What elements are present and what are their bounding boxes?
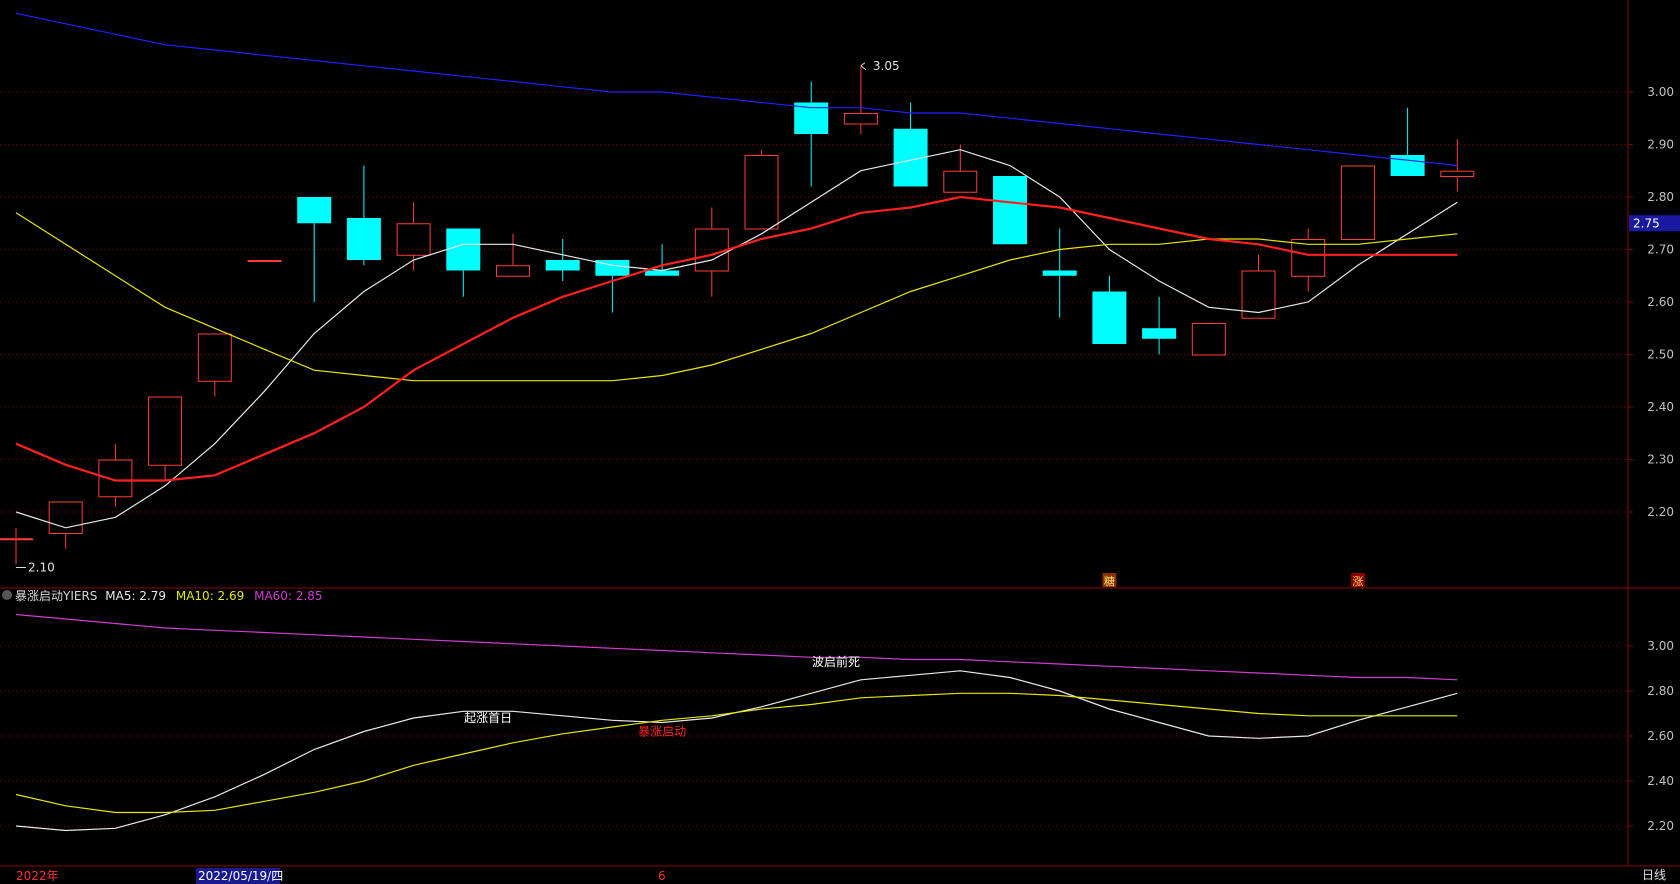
ind-tick-label: 2.80 <box>1647 684 1674 698</box>
candle <box>1042 228 1077 318</box>
main-tick-label: 2.70 <box>1647 243 1674 257</box>
candle-body <box>1291 239 1326 277</box>
candle-body <box>1092 291 1127 344</box>
signal-label-2: 涨 <box>1352 575 1363 588</box>
low-price-label: 2.10 <box>28 561 55 575</box>
candle <box>1142 296 1177 355</box>
signal-text: 起涨首日 <box>464 710 512 725</box>
collapse-icon[interactable] <box>2 590 12 600</box>
candle <box>148 396 183 481</box>
candle <box>993 176 1027 245</box>
candle <box>98 443 133 507</box>
main-tick-label: 3.00 <box>1647 85 1674 99</box>
period-label[interactable]: 日线 <box>1642 868 1666 882</box>
candle <box>1191 323 1226 356</box>
candle-body <box>247 260 282 262</box>
high-price-label: 3.05 <box>873 59 900 73</box>
candle-body <box>48 501 83 534</box>
ind-tick-label: 3.00 <box>1647 639 1674 653</box>
indicator-panel[interactable]: 3.00 2.80 2.60 2.40 2.20 起涨首日暴涨启动 波启前死 <box>0 613 1674 834</box>
candle <box>1241 254 1276 319</box>
candle <box>595 260 630 313</box>
ind-ma10-line <box>15 692 1458 814</box>
ind-tick-label: 2.40 <box>1647 774 1674 788</box>
candle-body <box>1191 323 1226 356</box>
high-marker-arrow <box>860 62 867 71</box>
month-label: 6 <box>658 869 666 883</box>
stock-chart[interactable]: 3.00 2.90 2.80 2.70 2.60 2.50 2.40 2.30 2.20 3.0… <box>0 0 1680 884</box>
candle-body <box>297 197 332 224</box>
candle-body <box>645 270 680 276</box>
ind-indicator_ma60-line <box>15 613 1458 681</box>
legend-ma60: MA60: 2.85 <box>254 589 322 603</box>
main-tick-label: 2.90 <box>1647 138 1674 152</box>
cursor-date-label: 2022/05/19/四 <box>198 869 283 883</box>
legend-ma10: MA10: 2.69 <box>176 589 244 603</box>
ma5-line <box>15 149 1458 529</box>
candle <box>843 65 878 134</box>
candle <box>1092 275 1127 344</box>
main-tick-label: 2.50 <box>1647 348 1674 362</box>
ind-tick-label: 2.20 <box>1647 819 1674 833</box>
main-tick-label: 2.80 <box>1647 190 1674 204</box>
candle <box>794 81 829 187</box>
current-price-label: 2.75 <box>1633 216 1660 230</box>
candle-body <box>843 113 878 125</box>
candle-body <box>446 228 481 271</box>
candle-body <box>197 333 232 382</box>
candle-body <box>1440 170 1475 177</box>
ma10-line <box>15 212 1458 382</box>
candle <box>1390 107 1425 176</box>
candle-body <box>1390 155 1425 176</box>
signal-text: 波启前死 <box>812 654 860 669</box>
candle <box>744 149 779 230</box>
main-tick-label: 2.60 <box>1647 295 1674 309</box>
candle-body <box>545 260 580 271</box>
candle-body <box>0 538 33 541</box>
main-tick-label: 2.30 <box>1647 453 1674 467</box>
candle <box>446 228 481 297</box>
signal-label-1: 糖 <box>1104 574 1115 588</box>
candle-body <box>496 265 530 277</box>
candle-body <box>1340 165 1375 240</box>
ind-tick-label: 2.60 <box>1647 729 1674 743</box>
candle-body <box>744 155 779 230</box>
main-price-panel[interactable]: 3.00 2.90 2.80 2.70 2.60 2.50 2.40 2.30 2.20 <box>0 12 1674 568</box>
candle-body <box>993 176 1027 245</box>
main-tick-label: 2.40 <box>1647 400 1674 414</box>
main-tick-label: 2.20 <box>1647 505 1674 519</box>
candle <box>247 260 282 262</box>
candle-body <box>943 170 978 193</box>
candle-body <box>1042 270 1077 276</box>
year-label: 2022年 <box>16 869 59 883</box>
candle <box>1291 228 1326 292</box>
candle <box>197 333 232 397</box>
candle <box>346 165 381 266</box>
candle <box>893 102 928 187</box>
candle-body <box>98 459 133 498</box>
candle <box>545 239 580 281</box>
candle-body <box>1142 328 1177 339</box>
signal-text: 暴涨启动 <box>638 724 686 739</box>
candle <box>496 233 530 277</box>
candle-body <box>396 223 431 256</box>
candle <box>297 197 332 302</box>
legend-ma5: MA5: 2.79 <box>105 589 166 603</box>
candle-body <box>346 218 381 260</box>
candle <box>0 527 33 565</box>
ma60-line <box>15 12 1458 167</box>
indicator-name: 暴涨启动YIERS <box>15 588 97 603</box>
candle <box>1340 165 1375 240</box>
indicator-legend: 暴涨启动YIERS MA5: 2.79 MA10: 2.69 MA60: 2.8… <box>15 588 323 603</box>
